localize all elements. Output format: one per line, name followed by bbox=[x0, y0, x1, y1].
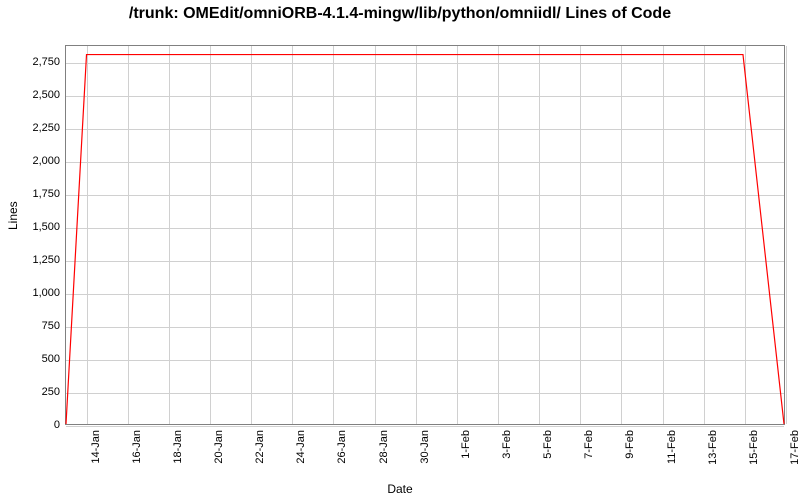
y-tick-label: 750 bbox=[10, 320, 60, 332]
x-tick-label: 5-Feb bbox=[542, 430, 554, 459]
plot-area bbox=[65, 45, 785, 425]
gridline-v bbox=[786, 46, 787, 424]
x-tick-label: 20-Jan bbox=[213, 430, 225, 464]
gridline-h bbox=[66, 426, 784, 427]
y-tick-label: 2,500 bbox=[10, 89, 60, 101]
x-tick-label: 13-Feb bbox=[707, 430, 719, 465]
x-tick-label: 7-Feb bbox=[583, 430, 595, 459]
x-tick-label: 17-Feb bbox=[789, 430, 800, 465]
x-tick-label: 14-Jan bbox=[90, 430, 102, 464]
y-tick-label: 500 bbox=[10, 353, 60, 365]
y-tick-label: 2,750 bbox=[10, 56, 60, 68]
x-tick-label: 3-Feb bbox=[501, 430, 513, 459]
x-tick-label: 18-Jan bbox=[172, 430, 184, 464]
y-tick-label: 1,000 bbox=[10, 287, 60, 299]
x-tick-label: 26-Jan bbox=[336, 430, 348, 464]
data-line bbox=[66, 46, 784, 424]
loc-chart: /trunk: OMEdit/omniORB-4.1.4-mingw/lib/p… bbox=[0, 0, 800, 500]
x-tick-label: 30-Jan bbox=[419, 430, 431, 464]
y-tick-label: 2,250 bbox=[10, 122, 60, 134]
y-tick-label: 1,500 bbox=[10, 221, 60, 233]
x-tick-label: 15-Feb bbox=[748, 430, 760, 465]
x-tick-label: 24-Jan bbox=[295, 430, 307, 464]
y-tick-label: 2,000 bbox=[10, 155, 60, 167]
x-tick-label: 1-Feb bbox=[460, 430, 472, 459]
y-tick-label: 250 bbox=[10, 386, 60, 398]
chart-title: /trunk: OMEdit/omniORB-4.1.4-mingw/lib/p… bbox=[0, 4, 800, 24]
y-tick-label: 1,250 bbox=[10, 254, 60, 266]
x-tick-label: 16-Jan bbox=[131, 430, 143, 464]
y-tick-label: 1,750 bbox=[10, 188, 60, 200]
x-tick-label: 11-Feb bbox=[666, 430, 678, 464]
x-tick-label: 28-Jan bbox=[378, 430, 390, 464]
x-tick-label: 9-Feb bbox=[624, 430, 636, 459]
x-tick-label: 22-Jan bbox=[254, 430, 266, 464]
x-axis-label: Date bbox=[0, 482, 800, 496]
y-tick-label: 0 bbox=[10, 419, 60, 431]
